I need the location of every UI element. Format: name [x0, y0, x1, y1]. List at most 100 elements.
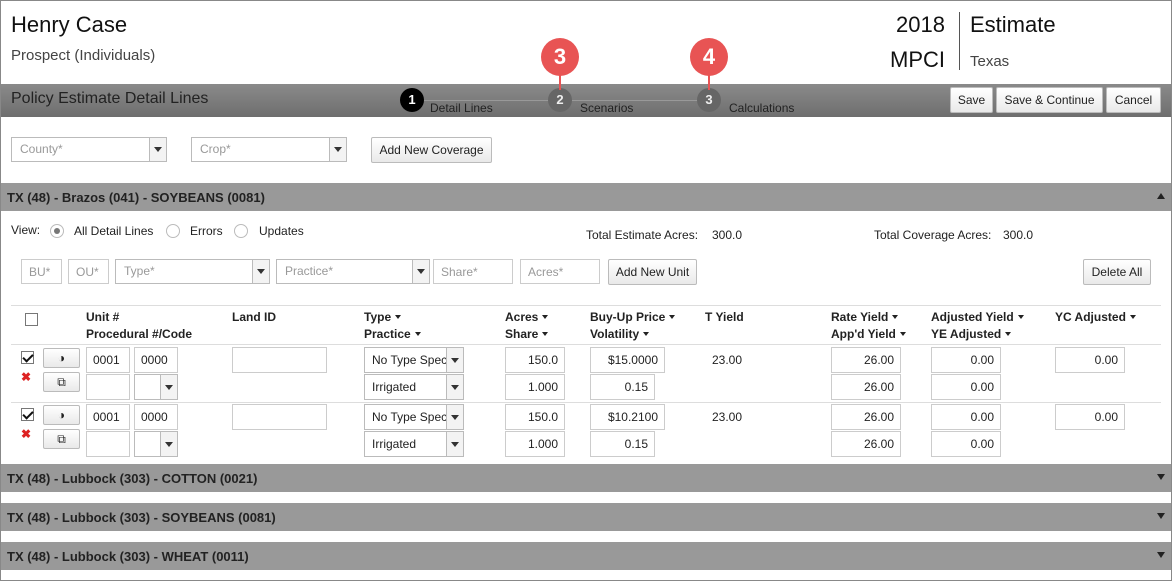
ye-adjusted-input[interactable]: 0.00 — [931, 374, 1001, 400]
step-3-label[interactable]: Calculations — [729, 101, 794, 115]
adjusted-yield-input[interactable]: 0.00 — [931, 347, 1001, 373]
expand-icon[interactable] — [1157, 513, 1165, 519]
copy-icon[interactable]: ⧉ — [43, 372, 80, 392]
practice-select[interactable]: Irrigated — [364, 374, 464, 400]
view-all-label[interactable]: All Detail Lines — [74, 224, 153, 238]
ye-adjusted-input[interactable]: 0.00 — [931, 431, 1001, 457]
type-select[interactable]: No Type Specified — [364, 404, 464, 430]
view-errors-radio[interactable] — [166, 224, 180, 238]
code-select[interactable] — [134, 431, 178, 457]
rate-yield-input[interactable]: 26.00 — [831, 404, 901, 430]
col-volatility[interactable]: Volatility — [590, 327, 650, 341]
col-share[interactable]: Share — [505, 327, 549, 341]
collapse-icon[interactable] — [1157, 193, 1165, 199]
unit-suffix-input[interactable]: 0000 — [134, 404, 178, 430]
yc-adjusted-input[interactable]: 0.00 — [1055, 404, 1125, 430]
col-acres-label: Acres — [505, 310, 539, 324]
col-buyup[interactable]: Buy-Up Price — [590, 310, 676, 324]
view-errors-label[interactable]: Errors — [190, 224, 223, 238]
remove-icon[interactable]: ✖ — [21, 370, 31, 384]
view-updates-label[interactable]: Updates — [259, 224, 304, 238]
unit-number-input[interactable]: 0001 — [86, 404, 130, 430]
header-divider — [959, 12, 960, 70]
acres-input[interactable]: Acres* — [520, 259, 600, 284]
remove-icon[interactable]: ✖ — [21, 427, 31, 441]
yc-adjusted-input[interactable]: 0.00 — [1055, 347, 1125, 373]
chevron-down-icon — [160, 432, 177, 456]
bu-input[interactable]: BU* — [21, 259, 62, 284]
expand-icon[interactable] — [1157, 474, 1165, 480]
view-updates-radio[interactable] — [234, 224, 248, 238]
col-type[interactable]: Type — [364, 310, 402, 324]
row-checkbox[interactable] — [21, 408, 34, 421]
toggle-icon[interactable]: ◑ — [43, 405, 80, 425]
share-input[interactable]: 1.000 — [505, 374, 565, 400]
add-new-coverage-button[interactable]: Add New Coverage — [371, 137, 492, 163]
ou-input[interactable]: OU* — [68, 259, 109, 284]
chevron-down-icon — [412, 260, 429, 283]
col-ye-adj[interactable]: YE Adjusted — [931, 327, 1012, 341]
step-3-indicator[interactable]: 3 — [697, 88, 721, 112]
divider — [11, 305, 1161, 306]
coverage-section-header[interactable]: TX (48) - Lubbock (303) - SOYBEANS (0081… — [1, 503, 1171, 531]
appd-yield-input[interactable]: 26.00 — [831, 431, 901, 457]
col-appd-yield[interactable]: App'd Yield — [831, 327, 906, 341]
sort-icon — [892, 315, 899, 319]
row-checkbox[interactable] — [21, 351, 34, 364]
col-adj-yield[interactable]: Adjusted Yield — [931, 310, 1024, 324]
step-1-indicator[interactable]: 1 — [400, 88, 424, 112]
coverage-section-header[interactable]: TX (48) - Lubbock (303) - WHEAT (0011) — [1, 542, 1171, 570]
save-continue-button[interactable]: Save & Continue — [996, 87, 1103, 113]
coverage-section-title: TX (48) - Lubbock (303) - SOYBEANS (0081… — [7, 510, 276, 525]
step-2-indicator[interactable]: 2 — [548, 88, 572, 112]
buyup-price-input[interactable]: $15.0000 — [590, 347, 665, 373]
acres-input[interactable]: 150.0 — [505, 347, 565, 373]
view-all-radio[interactable] — [50, 224, 64, 238]
volatility-input[interactable]: 0.15 — [590, 431, 655, 457]
toggle-icon[interactable]: ◑ — [43, 348, 80, 368]
appd-yield-input[interactable]: 26.00 — [831, 374, 901, 400]
expand-icon[interactable] — [1157, 552, 1165, 558]
col-appd-yield-label: App'd Yield — [831, 327, 896, 341]
sort-icon — [643, 332, 650, 336]
practice-placeholder: Practice* — [285, 264, 334, 278]
practice-select[interactable]: Practice* — [276, 259, 430, 284]
step-1-label[interactable]: Detail Lines — [430, 101, 493, 115]
county-select[interactable]: County* — [11, 137, 167, 162]
save-button[interactable]: Save — [950, 87, 993, 113]
t-yield-value: 23.00 — [712, 353, 743, 367]
col-yc-adj[interactable]: YC Adjusted — [1055, 310, 1136, 324]
copy-icon[interactable]: ⧉ — [43, 429, 80, 449]
cancel-button[interactable]: Cancel — [1106, 87, 1161, 113]
select-all-checkbox[interactable] — [25, 313, 38, 326]
rate-yield-input[interactable]: 26.00 — [831, 347, 901, 373]
unit-suffix-input[interactable]: 0000 — [134, 347, 178, 373]
share-input[interactable]: 1.000 — [505, 431, 565, 457]
sort-icon — [414, 332, 421, 336]
practice-select[interactable]: Irrigated — [364, 431, 464, 457]
delete-all-button[interactable]: Delete All — [1083, 259, 1151, 285]
acres-input[interactable]: 150.0 — [505, 404, 565, 430]
add-new-unit-button[interactable]: Add New Unit — [608, 259, 697, 285]
adjusted-yield-input[interactable]: 0.00 — [931, 404, 1001, 430]
crop-select[interactable]: Crop* — [191, 137, 347, 162]
col-practice[interactable]: Practice — [364, 327, 421, 341]
buyup-price-input[interactable]: $10.2100 — [590, 404, 665, 430]
type-select[interactable]: Type* — [115, 259, 270, 284]
col-acres[interactable]: Acres — [505, 310, 549, 324]
type-select[interactable]: No Type Specified — [364, 347, 464, 373]
code-select[interactable] — [134, 374, 178, 400]
volatility-input[interactable]: 0.15 — [590, 374, 655, 400]
ou-placeholder: OU* — [76, 265, 99, 279]
coverage-section-header[interactable]: TX (48) - Brazos (041) - SOYBEANS (0081) — [1, 183, 1171, 211]
land-id-input[interactable] — [232, 404, 327, 430]
step-2-label[interactable]: Scenarios — [580, 101, 633, 115]
share-input[interactable]: Share* — [433, 259, 513, 284]
land-id-input[interactable] — [232, 347, 327, 373]
col-ye-adj-label: YE Adjusted — [931, 327, 1002, 341]
coverage-section-header[interactable]: TX (48) - Lubbock (303) - COTTON (0021) — [1, 464, 1171, 492]
col-rate-yield[interactable]: Rate Yield — [831, 310, 899, 324]
unit-number-input[interactable]: 0001 — [86, 347, 130, 373]
procedural-input[interactable] — [86, 374, 130, 400]
procedural-input[interactable] — [86, 431, 130, 457]
